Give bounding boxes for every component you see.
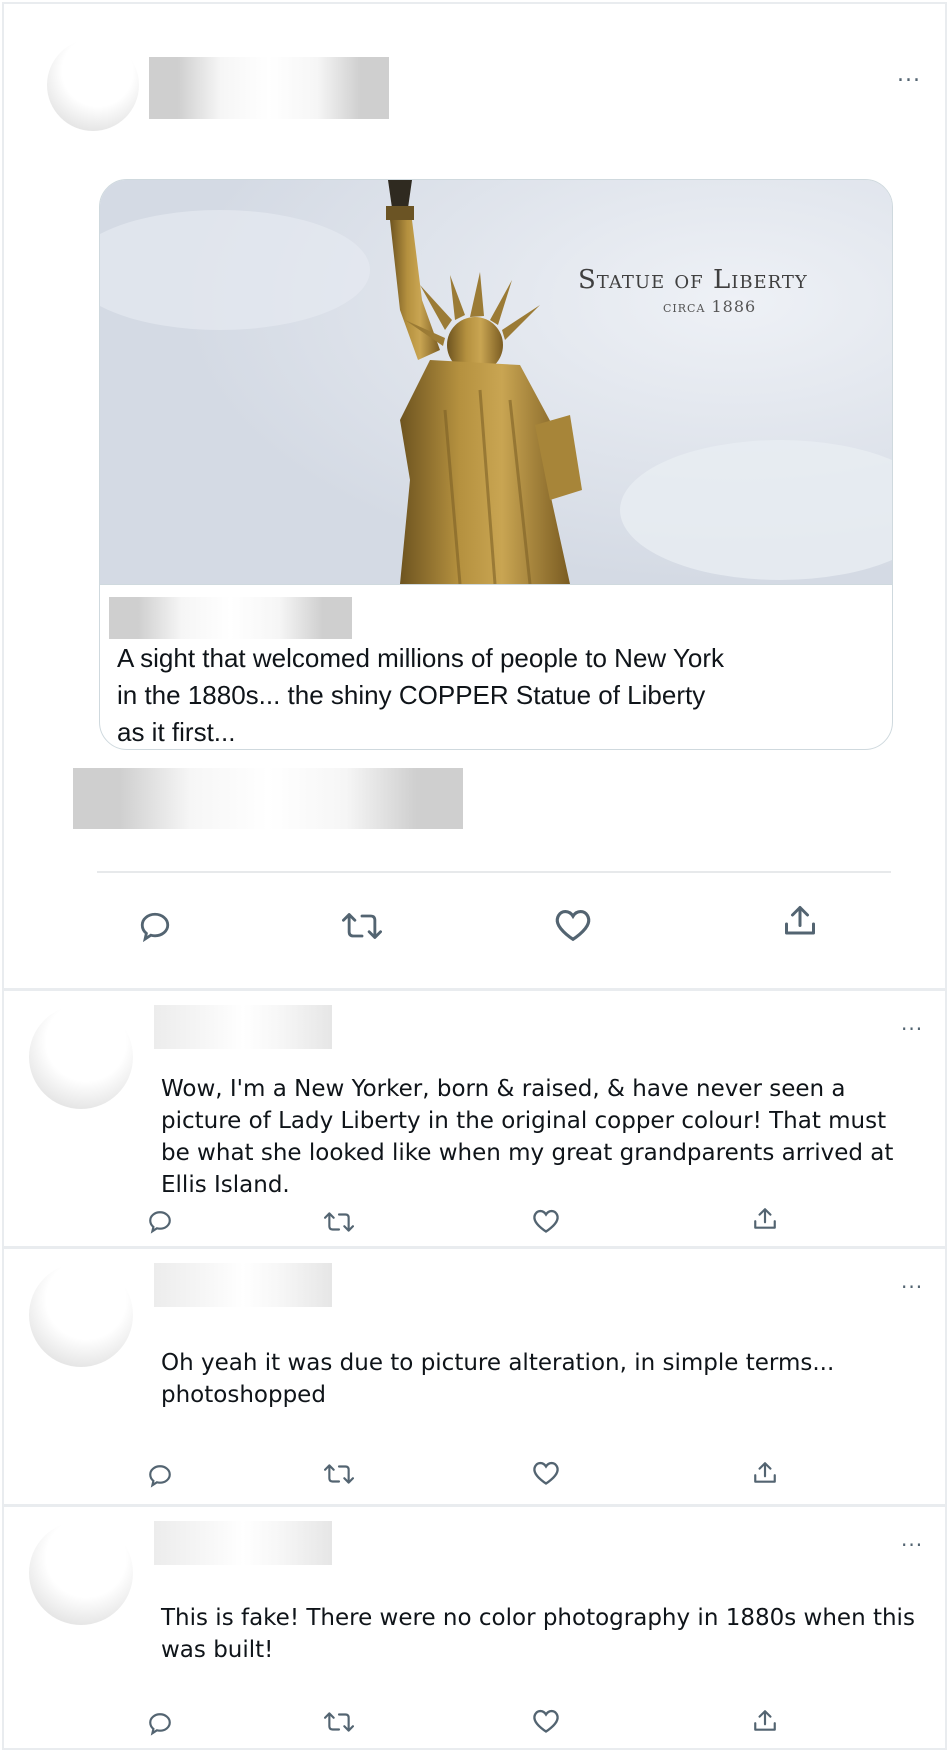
reply-icon[interactable] — [147, 1209, 173, 1235]
retweet-icon[interactable] — [324, 1209, 354, 1235]
reply-author-redacted — [154, 1521, 332, 1565]
like-icon[interactable] — [532, 1460, 560, 1486]
more-icon[interactable]: ... — [901, 1271, 923, 1291]
like-icon[interactable] — [532, 1208, 560, 1234]
author-name-redacted — [149, 57, 389, 119]
reply-text: Oh yeah it was due to picture alteration… — [161, 1350, 835, 1408]
share-icon[interactable] — [752, 1205, 778, 1233]
photo-subtitle-overlay: circa 1886 — [663, 297, 757, 316]
reply-author-redacted — [154, 1005, 332, 1049]
main-post: ... Statue of Liberty circa 1886 A sight… — [2, 2, 947, 990]
author-avatar[interactable] — [47, 39, 139, 131]
statue-photo: Statue of Liberty circa 1886 — [100, 180, 892, 585]
reply-text: Wow, I'm a New Yorker, born & raised, & … — [161, 1076, 894, 1198]
more-icon[interactable]: ... — [901, 1013, 923, 1033]
statue-image — [100, 180, 892, 584]
reply-icon[interactable] — [147, 1463, 173, 1489]
post-meta-redacted — [73, 768, 463, 829]
share-icon[interactable] — [752, 1459, 778, 1487]
reply-card: ... Oh yeah it was due to picture altera… — [2, 1247, 947, 1506]
retweet-icon[interactable] — [324, 1709, 354, 1735]
like-icon[interactable] — [554, 907, 592, 943]
retweet-icon[interactable] — [324, 1461, 354, 1487]
link-preview-card[interactable]: Statue of Liberty circa 1886 A sight tha… — [99, 179, 893, 750]
more-icon[interactable]: ... — [897, 64, 921, 86]
card-description: A sight that welcomed millions of people… — [117, 643, 725, 747]
reply-icon[interactable] — [138, 910, 172, 944]
reply-card: ... This is fake! There were no color ph… — [2, 1505, 947, 1750]
action-divider — [97, 871, 891, 873]
reply-avatar[interactable] — [29, 1005, 133, 1109]
card-source-redacted — [109, 597, 352, 639]
share-icon[interactable] — [752, 1707, 778, 1735]
reply-avatar[interactable] — [29, 1263, 133, 1367]
reply-icon[interactable] — [147, 1711, 173, 1737]
retweet-icon[interactable] — [342, 908, 382, 944]
share-icon[interactable] — [782, 902, 818, 940]
reply-card: ... Wow, I'm a New Yorker, born & raised… — [2, 989, 947, 1248]
reply-text: This is fake! There were no color photog… — [161, 1605, 915, 1663]
like-icon[interactable] — [532, 1708, 560, 1734]
more-icon[interactable]: ... — [901, 1529, 923, 1549]
photo-title-overlay: Statue of Liberty — [578, 265, 808, 295]
reply-author-redacted — [154, 1263, 332, 1307]
reply-avatar[interactable] — [29, 1521, 133, 1625]
